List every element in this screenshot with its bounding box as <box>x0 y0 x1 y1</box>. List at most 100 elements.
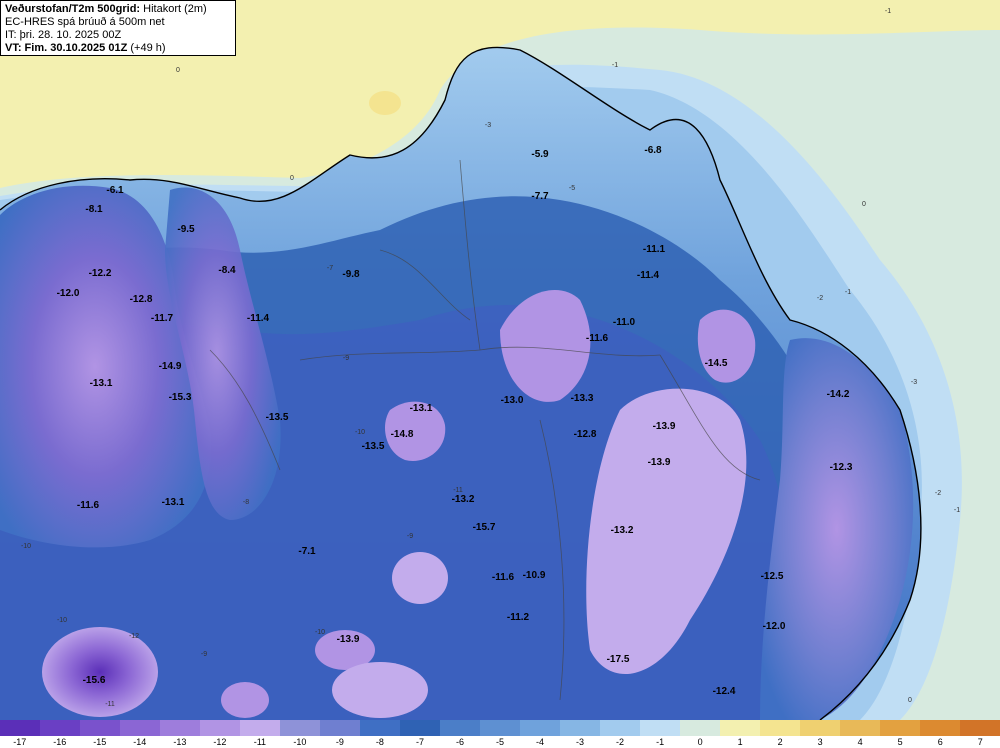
colorbar-tick-label: 1 <box>737 737 743 747</box>
colorbar-tick-label: 7 <box>977 737 983 747</box>
colorbar-swatch <box>320 720 360 736</box>
colorbar-swatch <box>160 720 200 736</box>
colorbar-tick-label: 3 <box>817 737 823 747</box>
valid-time: VT: Fim. 30.10.2025 01Z <box>5 42 128 54</box>
colorbar-tick-label: -5 <box>495 737 505 747</box>
colorbar-tick-label: -11 <box>253 737 267 747</box>
colorbar-tick-label: 5 <box>897 737 903 747</box>
colorbar-swatch <box>480 720 520 736</box>
temperature-value-label: -5.9 <box>531 149 549 160</box>
valid-time-line: VT: Fim. 30.10.2025 01Z (+49 h) <box>5 42 231 55</box>
colorbar-swatch <box>680 720 720 736</box>
contour-label: -11 <box>453 487 463 494</box>
colorbar-tick-label: -9 <box>335 737 344 747</box>
contour-label: -7 <box>327 265 333 272</box>
contour-label: -10 <box>57 617 67 624</box>
south-blob-2 <box>392 552 448 604</box>
temperature-value-label: -7.7 <box>531 191 549 202</box>
temperature-value-label: -12.2 <box>89 268 112 279</box>
temperature-value-label: -13.5 <box>266 412 289 423</box>
temperature-value-label: -13.1 <box>162 497 185 508</box>
contour-label: -12 <box>129 633 139 640</box>
contour-label: -3 <box>485 122 491 129</box>
temperature-value-label: -13.9 <box>653 421 676 432</box>
contour-label: -1 <box>845 289 851 296</box>
colorbar-swatch <box>80 720 120 736</box>
contour-label: -9 <box>201 651 207 658</box>
colorbar-ticks: -17 -16 -15 -14 -13 -12 -11 -10 -9 -8 -7 -6 -5 -4 -3 -2… <box>0 736 1000 748</box>
south-blob-1 <box>42 627 158 717</box>
colorbar-tick-label: -14 <box>133 737 147 747</box>
colorbar-tick-label: 2 <box>777 737 783 747</box>
model-line: EC-HRES spá brúuð á 500m net <box>5 16 165 28</box>
temperature-value-label: -11.0 <box>613 317 636 328</box>
lead-time: (+49 h) <box>130 42 166 54</box>
temperature-value-label: -15.7 <box>473 522 496 533</box>
colorbar-swatch <box>520 720 560 736</box>
temperature-value-label: -17.5 <box>607 654 630 665</box>
south-blob-5 <box>221 682 269 718</box>
colorbar-swatch <box>920 720 960 736</box>
colorbar-tick-label: 4 <box>857 737 863 747</box>
colorbar-tick-label: -7 <box>415 737 424 747</box>
contour-label: 0 <box>862 201 866 208</box>
contour-label: 0 <box>908 697 912 704</box>
colorbar-swatch <box>360 720 400 736</box>
colorbar-swatch <box>720 720 760 736</box>
temperature-value-label: -14.5 <box>705 358 728 369</box>
colorbar: -17 -16 -15 -14 -13 -12 -11 -10 -9 -8 -7 -6 -5 -4 -3 -2… <box>0 720 1000 748</box>
colorbar-swatch <box>640 720 680 736</box>
temperature-value-label: -13.3 <box>571 393 594 404</box>
colorbar-tick-label: -2 <box>616 737 625 747</box>
temperature-value-label: -15.3 <box>169 392 192 403</box>
colorbar-swatch <box>800 720 840 736</box>
temperature-map: -1-1000-2-1-3-1-20-3-5-7-9-10-11-9-10-11… <box>0 0 1000 720</box>
contour-label: -2 <box>817 295 823 302</box>
colorbar-swatch <box>120 720 160 736</box>
contour-label: -9 <box>343 355 349 362</box>
colorbar-tick-label: -13 <box>173 737 187 747</box>
colorbar-tick-label: -6 <box>455 737 464 747</box>
temperature-value-label: -12.8 <box>574 429 597 440</box>
colorbar-swatch <box>840 720 880 736</box>
colorbar-swatch <box>760 720 800 736</box>
contour-label: 0 <box>176 67 180 74</box>
colorbar-swatch <box>560 720 600 736</box>
contour-label: -5 <box>569 185 575 192</box>
title-line: Veðurstofan/T2m 500grid: Hitakort (2m) <box>5 3 231 16</box>
contour-label: -11 <box>105 701 115 708</box>
temperature-value-label: -9.5 <box>177 224 195 235</box>
colorbar-swatch <box>440 720 480 736</box>
temperature-value-label: -14.9 <box>159 361 182 372</box>
temperature-value-label: -11.1 <box>643 244 666 255</box>
temperature-value-label: -10.9 <box>523 570 546 581</box>
temperature-value-label: -13.2 <box>611 525 634 536</box>
temperature-value-label: -15.6 <box>83 675 106 686</box>
temperature-value-label: -13.9 <box>337 634 360 645</box>
contour-label: -10 <box>355 429 365 436</box>
subtitle: Hitakort (2m) <box>143 3 207 15</box>
warm-patch <box>369 91 401 115</box>
colorbar-swatch <box>400 720 440 736</box>
contour-label: -9 <box>407 533 413 540</box>
temperature-value-label: -12.0 <box>57 288 80 299</box>
temperature-value-label: -9.8 <box>342 269 360 280</box>
temperature-value-label: -13.2 <box>452 494 475 505</box>
info-box: Veðurstofan/T2m 500grid: Hitakort (2m) E… <box>0 0 236 56</box>
colorbar-swatch <box>40 720 80 736</box>
temperature-value-label: -14.2 <box>827 389 850 400</box>
temperature-value-label: -12.8 <box>130 294 153 305</box>
colorbar-tick-label: -15 <box>93 737 107 747</box>
temperature-value-label: -6.1 <box>106 185 124 196</box>
colorbar-tick-label: -8 <box>375 737 384 747</box>
contour-label: -10 <box>21 543 31 550</box>
contour-label: -10 <box>315 629 325 636</box>
colorbar-tick-label: 0 <box>697 737 703 747</box>
temperature-value-label: -13.1 <box>90 378 113 389</box>
init-time: IT: þri. 28. 10. 2025 00Z <box>5 29 122 41</box>
colorbar-swatch <box>0 720 40 736</box>
colorbar-swatches <box>0 720 1000 736</box>
colorbar-tick-label: -4 <box>536 737 545 747</box>
temperature-value-label: -14.8 <box>391 429 414 440</box>
temperature-value-label: -8.1 <box>85 204 103 215</box>
